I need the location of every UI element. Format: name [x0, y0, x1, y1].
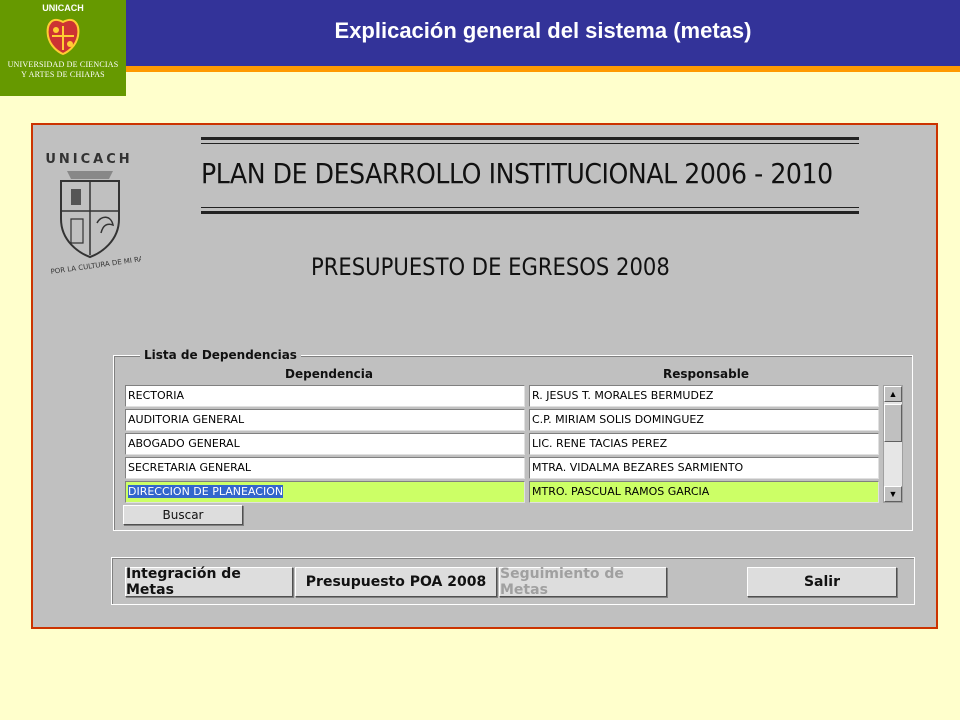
title-rule-top-thin: [201, 143, 859, 144]
scroll-down-button[interactable]: ▼: [884, 486, 902, 502]
arrow-up-icon: ▲: [888, 389, 898, 399]
logo-caption: UNIVERSIDAD DE CIENCIAS Y ARTES DE CHIAP…: [0, 60, 126, 80]
slide-title: Explicación general del sistema (metas): [334, 18, 752, 43]
svg-text:UNICACH: UNICACH: [45, 152, 132, 167]
budget-title: PRESUPUESTO DE EGRESOS 2008: [311, 253, 670, 281]
title-rule-top: [201, 137, 859, 140]
column-header-dependencia: Dependencia: [285, 367, 373, 381]
app-window: UNICACH POR LA CULTURA DE MI RAZA PLAN D…: [31, 123, 938, 629]
selected-text-highlight: DIRECCION DE PLANEACION: [128, 485, 284, 498]
dependencia-cell[interactable]: RECTORIA: [125, 385, 525, 407]
unicach-emblem-icon: UNICACH POR LA CULTURA DE MI RAZA: [45, 152, 141, 276]
logo-caption-line1: UNIVERSIDAD DE CIENCIAS: [7, 60, 119, 69]
responsable-cell[interactable]: MTRA. VIDALMA BEZARES SARMIENTO: [529, 457, 879, 479]
presupuesto-poa-button[interactable]: Presupuesto POA 2008: [295, 567, 497, 597]
scroll-up-button[interactable]: ▲: [884, 386, 902, 402]
dependencia-cell[interactable]: ABOGADO GENERAL: [125, 433, 525, 455]
column-header-responsable: Responsable: [663, 367, 749, 381]
responsable-cell[interactable]: C.P. MIRIAM SOLIS DOMINGUEZ: [529, 409, 879, 431]
dependencia-cell[interactable]: SECRETARIA GENERAL: [125, 457, 525, 479]
plan-title: PLAN DE DESARROLLO INSTITUCIONAL 2006 - …: [201, 157, 833, 190]
scrollbar-thumb[interactable]: [884, 404, 902, 442]
seguimiento-metas-button[interactable]: Seguimiento de Metas: [499, 566, 667, 598]
university-logo: UNICACH UNIVERSIDAD DE CIENCIAS Y ARTES …: [0, 0, 126, 96]
arrow-down-icon: ▼: [888, 489, 898, 499]
responsable-cell-selected[interactable]: MTRO. PASCUAL RAMOS GARCIA: [529, 481, 879, 503]
svg-text:POR LA CULTURA DE MI RAZA: POR LA CULTURA DE MI RAZA: [50, 254, 141, 276]
logo-caption-line2: Y ARTES DE CHIAPAS: [21, 70, 105, 79]
responsable-cell[interactable]: LIC. RENE TACIAS PEREZ: [529, 433, 879, 455]
integracion-metas-button[interactable]: Integración de Metas: [125, 566, 293, 598]
list-scrollbar[interactable]: ▲ ▼: [883, 385, 903, 503]
dependencia-cell-selected[interactable]: DIRECCION DE PLANEACION: [125, 481, 525, 503]
responsable-cell[interactable]: R. JESUS T. MORALES BERMUDEZ: [529, 385, 879, 407]
dependencia-cell[interactable]: AUDITORIA GENERAL: [125, 409, 525, 431]
logo-wordmark-arc: UNICACH: [42, 3, 84, 13]
title-rule-bottom: [201, 211, 859, 214]
svg-text:UNICACH: UNICACH: [42, 3, 84, 13]
buscar-button[interactable]: Buscar: [123, 505, 243, 525]
title-rule-bottom-thin: [201, 207, 859, 208]
slide-header-stripe: [126, 66, 960, 72]
dependencias-group-label: Lista de Dependencias: [140, 348, 301, 362]
salir-button[interactable]: Salir: [747, 567, 897, 597]
